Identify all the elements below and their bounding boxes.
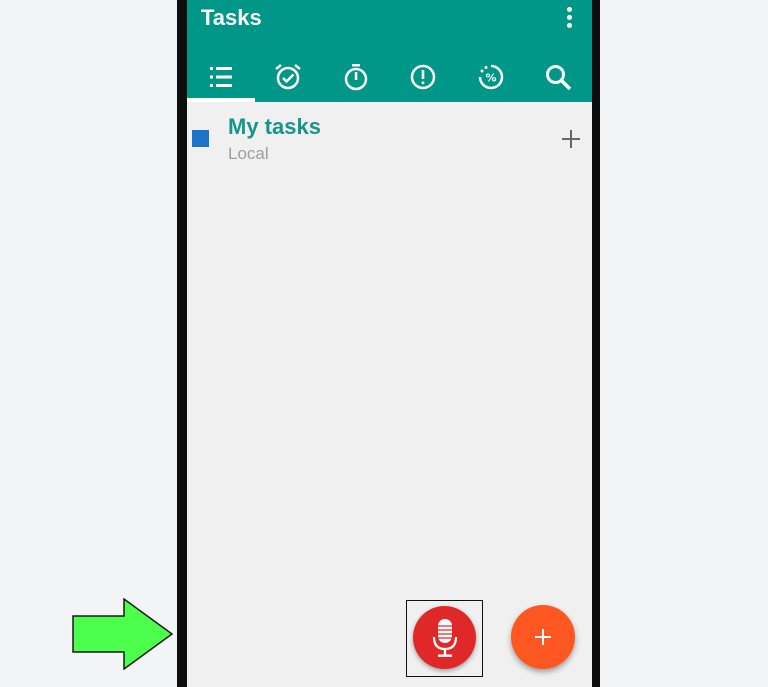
alarm-check-icon bbox=[275, 64, 302, 90]
tab-bar: % bbox=[187, 52, 592, 102]
tab-priority[interactable] bbox=[390, 52, 458, 102]
search-icon bbox=[546, 65, 572, 91]
list-icon bbox=[209, 67, 232, 87]
list-subtitle: Local bbox=[228, 144, 269, 163]
app-bar: Tasks % bbox=[187, 0, 592, 102]
tab-progress[interactable]: % bbox=[457, 52, 525, 102]
list-title: My tasks bbox=[228, 114, 321, 139]
voice-input-button[interactable] bbox=[413, 606, 476, 669]
priority-icon bbox=[411, 64, 436, 90]
tab-timer[interactable] bbox=[322, 52, 390, 102]
stopwatch-icon bbox=[344, 64, 367, 91]
phone-bezel-left bbox=[177, 0, 187, 687]
phone-bezel-right bbox=[592, 0, 600, 687]
tab-reminder[interactable] bbox=[255, 52, 323, 102]
plus-icon[interactable] bbox=[558, 126, 584, 152]
progress-percent-icon: % bbox=[478, 64, 503, 90]
svg-text:%: % bbox=[485, 72, 496, 85]
app-screen: Tasks % My tasks Local bbox=[187, 0, 592, 687]
plus-icon bbox=[535, 629, 551, 645]
tab-search[interactable] bbox=[525, 52, 593, 102]
list-color-indicator bbox=[192, 130, 209, 147]
tab-list[interactable] bbox=[187, 52, 255, 102]
app-title: Tasks bbox=[201, 5, 262, 30]
task-list-row[interactable]: My tasks Local bbox=[187, 112, 592, 170]
microphone-icon bbox=[432, 618, 457, 657]
add-task-fab[interactable] bbox=[511, 605, 575, 669]
right-arrow-icon bbox=[72, 598, 174, 670]
more-vert-icon[interactable] bbox=[557, 4, 581, 30]
